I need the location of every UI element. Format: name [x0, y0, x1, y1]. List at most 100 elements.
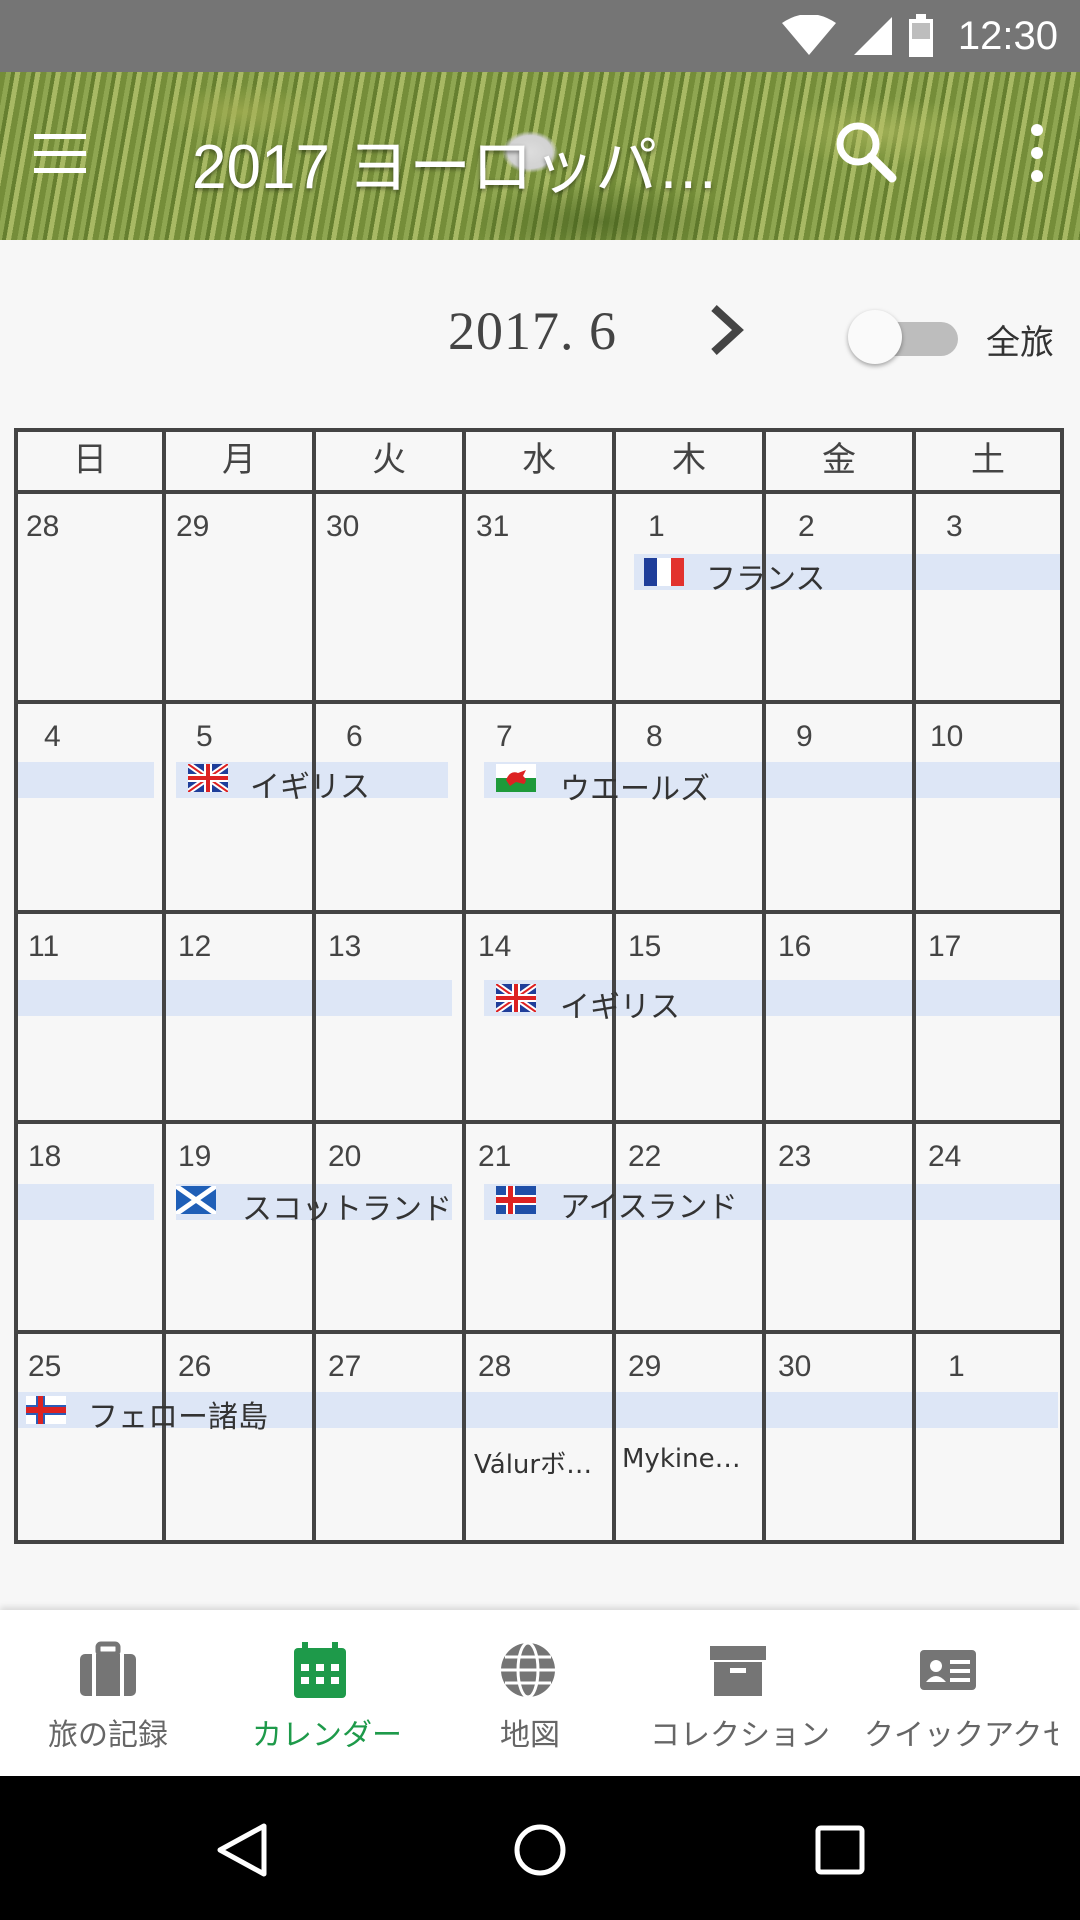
day-cell-jun-12[interactable]: 12	[178, 930, 211, 964]
day-cell-may-28[interactable]: 28	[26, 510, 59, 544]
grid-line	[14, 1330, 1064, 1334]
event-label-iceland: アイスランド	[560, 1190, 738, 1225]
event-label-uk-1: イギリス	[250, 770, 370, 805]
day-cell-jun-14[interactable]: 14	[478, 930, 511, 964]
day-cell-jun-18[interactable]: 18	[28, 1140, 61, 1174]
day-cell-jun-1[interactable]: 1	[648, 510, 665, 544]
event-bar-france[interactable]	[634, 554, 1064, 590]
event-bar-week4-sun[interactable]	[14, 1184, 154, 1220]
france-flag-icon	[644, 558, 684, 586]
bottom-navigation: 旅の記録 カレンダー 地図 コレクション クイックアクセ	[0, 1610, 1080, 1776]
nav-calendar[interactable]: カレンダー	[216, 1610, 432, 1776]
day-cell-jun-3[interactable]: 3	[946, 510, 963, 544]
grid-line	[14, 428, 18, 1544]
day-cell-jun-6[interactable]: 6	[346, 720, 363, 754]
status-icons: 12:30	[780, 0, 1058, 72]
all-trips-label: 全旅	[986, 323, 1054, 363]
day-cell-jun-25[interactable]: 25	[28, 1350, 61, 1384]
system-navigation-bar	[0, 1776, 1080, 1920]
faroe-flag-icon	[26, 1396, 66, 1424]
weekday-sat: 土	[971, 440, 1005, 480]
day-cell-jun-24[interactable]: 24	[928, 1140, 961, 1174]
event-label-france: フランス	[706, 562, 826, 597]
more-options-icon[interactable]	[1010, 118, 1064, 188]
weekday-tue: 火	[372, 440, 406, 480]
scotland-flag-icon	[176, 1186, 216, 1214]
day-cell-jun-22[interactable]: 22	[628, 1140, 661, 1174]
recent-apps-icon[interactable]	[814, 1824, 866, 1876]
day-note-29[interactable]: Mykine…	[622, 1444, 741, 1474]
grid-line	[14, 490, 1064, 494]
nav-label: コレクション	[650, 1718, 830, 1753]
grid-line	[14, 1120, 1064, 1124]
grid-line	[162, 428, 166, 1544]
day-cell-jun-13[interactable]: 13	[328, 930, 361, 964]
day-cell-may-31[interactable]: 31	[476, 510, 509, 544]
chevron-right-icon[interactable]	[700, 302, 750, 358]
weekday-wed: 水	[522, 440, 556, 480]
search-icon[interactable]	[832, 118, 898, 184]
back-icon[interactable]	[214, 1822, 270, 1878]
weekday-sun: 日	[73, 440, 107, 480]
day-cell-jun-27[interactable]: 27	[328, 1350, 361, 1384]
day-cell-jun-21[interactable]: 21	[478, 1140, 511, 1174]
day-cell-jun-4[interactable]: 4	[44, 720, 61, 754]
wifi-icon	[781, 15, 836, 55]
nav-quick-access[interactable]: クイックアクセス	[864, 1610, 1058, 1776]
grid-line	[462, 428, 466, 1544]
day-cell-jul-1[interactable]: 1	[948, 1350, 965, 1384]
cell-signal-icon	[853, 17, 892, 55]
day-cell-jun-5[interactable]: 5	[196, 720, 213, 754]
day-cell-jun-11[interactable]: 11	[28, 930, 59, 964]
nav-collection[interactable]: コレクション	[648, 1610, 864, 1776]
calendar-icon	[294, 1642, 346, 1698]
grid-line	[912, 428, 916, 1544]
event-bar-uk-week3-sun-tue[interactable]	[14, 980, 452, 1016]
day-cell-jun-20[interactable]: 20	[328, 1140, 361, 1174]
month-header: 2017. 6 全旅	[0, 240, 1080, 430]
nav-label: クイックアクセス	[864, 1718, 1058, 1753]
day-cell-jun-23[interactable]: 23	[778, 1140, 811, 1174]
iceland-flag-icon	[496, 1186, 536, 1214]
day-cell-jun-19[interactable]: 19	[178, 1140, 211, 1174]
day-cell-may-30[interactable]: 30	[326, 510, 359, 544]
weekday-mon: 月	[222, 440, 256, 480]
event-label-faroe: フェロー諸島	[88, 1400, 268, 1435]
day-cell-jun-16[interactable]: 16	[778, 930, 811, 964]
home-icon[interactable]	[512, 1822, 568, 1878]
nav-label: カレンダー	[252, 1718, 402, 1753]
day-cell-jun-10[interactable]: 10	[930, 720, 963, 754]
nav-travel-records[interactable]: 旅の記録	[0, 1610, 216, 1776]
nav-map[interactable]: 地図	[432, 1610, 648, 1776]
day-cell-jun-26[interactable]: 26	[178, 1350, 211, 1384]
day-cell-jun-7[interactable]: 7	[496, 720, 513, 754]
status-bar: 12:30	[0, 0, 1080, 72]
grid-line	[1060, 428, 1064, 1544]
day-cell-jun-9[interactable]: 9	[796, 720, 813, 754]
grid-line	[14, 700, 1064, 704]
day-cell-jun-30[interactable]: 30	[778, 1350, 811, 1384]
wales-flag-icon	[496, 764, 536, 792]
event-label-wales: ウエールズ	[560, 772, 710, 807]
nav-label: 地図	[500, 1718, 560, 1753]
id-card-icon	[920, 1650, 976, 1690]
hamburger-menu-icon[interactable]	[30, 124, 90, 184]
day-cell-jun-8[interactable]: 8	[646, 720, 663, 754]
globe-icon	[501, 1641, 555, 1699]
grid-line	[312, 428, 316, 1544]
day-cell-jun-17[interactable]: 17	[928, 930, 961, 964]
day-note-28[interactable]: Válurボ…	[474, 1444, 592, 1481]
day-cell-jun-15[interactable]: 15	[628, 930, 661, 964]
event-bar-uk-week2-sun[interactable]	[14, 762, 154, 798]
day-cell-jun-2[interactable]: 2	[798, 510, 815, 544]
month-label: 2017. 6	[448, 301, 617, 361]
weekday-thu: 木	[672, 440, 706, 480]
nav-label: 旅の記録	[48, 1718, 168, 1753]
day-cell-may-29[interactable]: 29	[176, 510, 209, 544]
toggle-thumb	[848, 310, 902, 364]
day-cell-jun-29[interactable]: 29	[628, 1350, 661, 1384]
day-cell-jun-28[interactable]: 28	[478, 1350, 511, 1384]
grid-line	[14, 910, 1064, 914]
uk-flag-icon	[188, 764, 228, 792]
all-trips-toggle[interactable]	[848, 310, 960, 364]
